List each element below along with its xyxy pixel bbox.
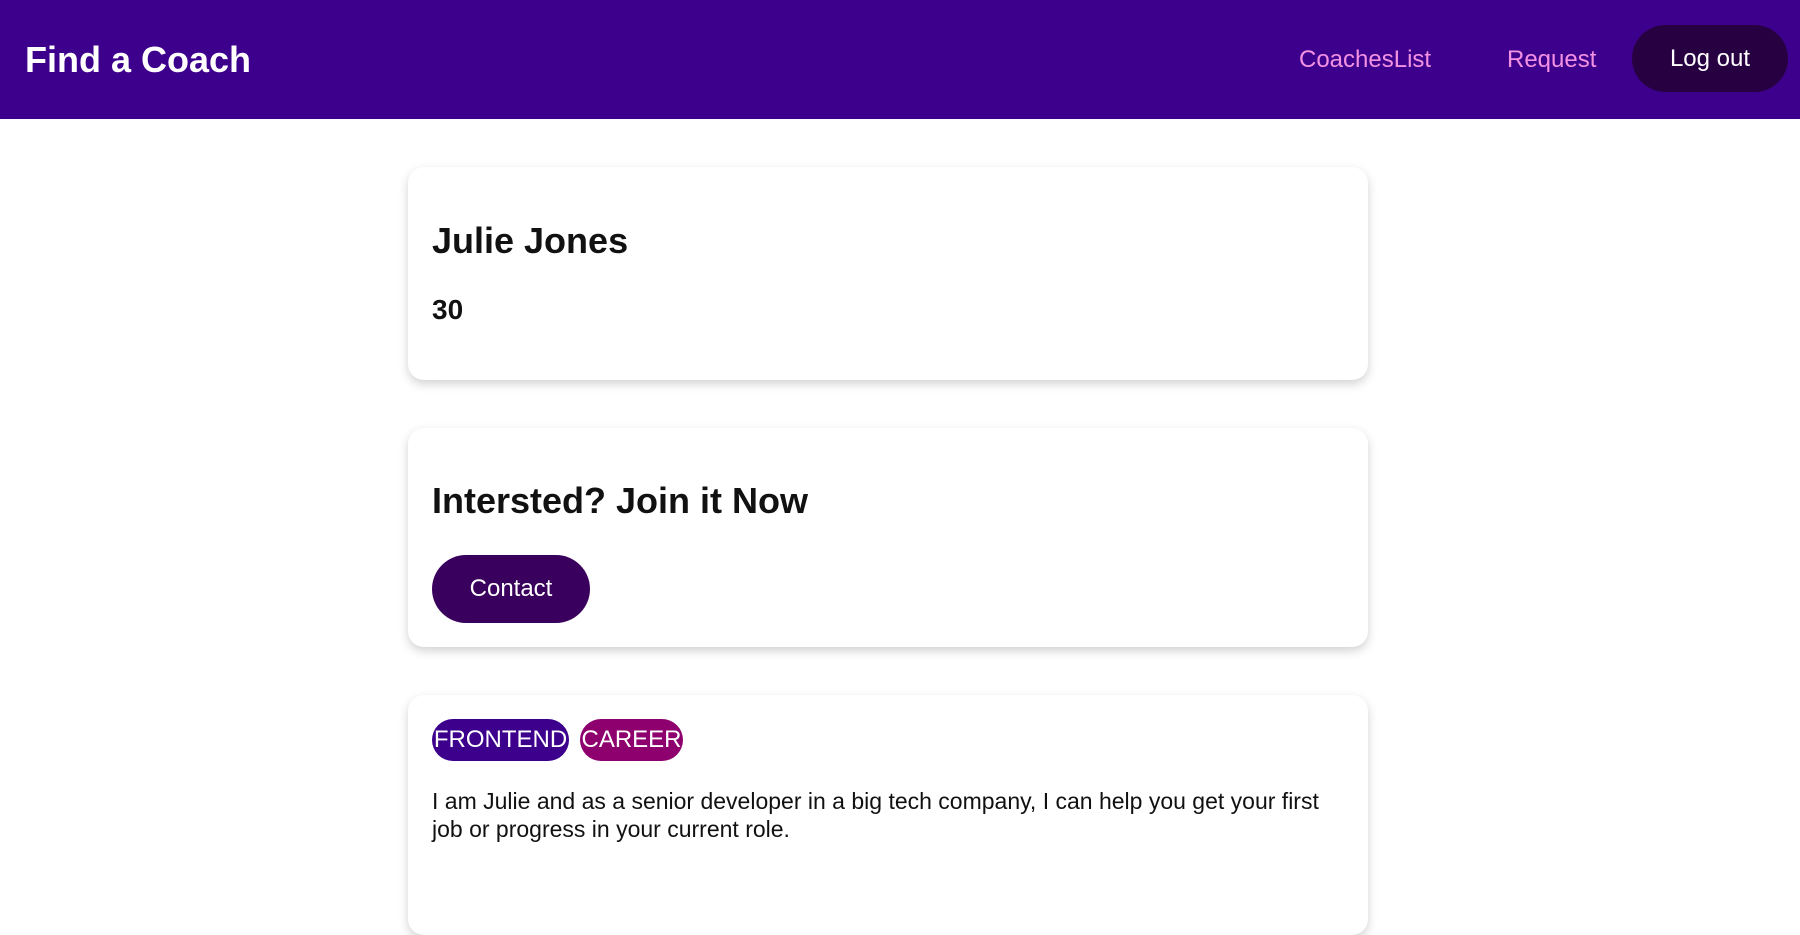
logout-button[interactable]: Log out [1632,25,1788,92]
contact-call-to-action-card: Intersted? Join it Now Contact [408,428,1368,647]
top-navigation-bar: Find a Coach CoachesList Request Log out [0,0,1800,119]
nav-request-link[interactable]: Request [1507,46,1596,74]
cta-title: Intersted? Join it Now [432,480,809,521]
frontend-area-badge: FRONTEND [432,719,569,761]
brand-link[interactable]: Find a Coach [25,38,251,82]
contact-button[interactable]: Contact [432,555,590,623]
career-area-badge: CAREER [580,719,683,761]
coach-details-card: FRONTEND CAREER I am Julie and as a seni… [408,695,1368,935]
coach-name: Julie Jones [432,220,629,261]
coach-description: I am Julie and as a senior developer in … [432,788,1319,842]
coach-rate: 30 [432,294,464,325]
nav-coaches-list-link[interactable]: CoachesList [1299,46,1431,74]
coach-summary-card: Julie Jones 30 [408,167,1368,380]
